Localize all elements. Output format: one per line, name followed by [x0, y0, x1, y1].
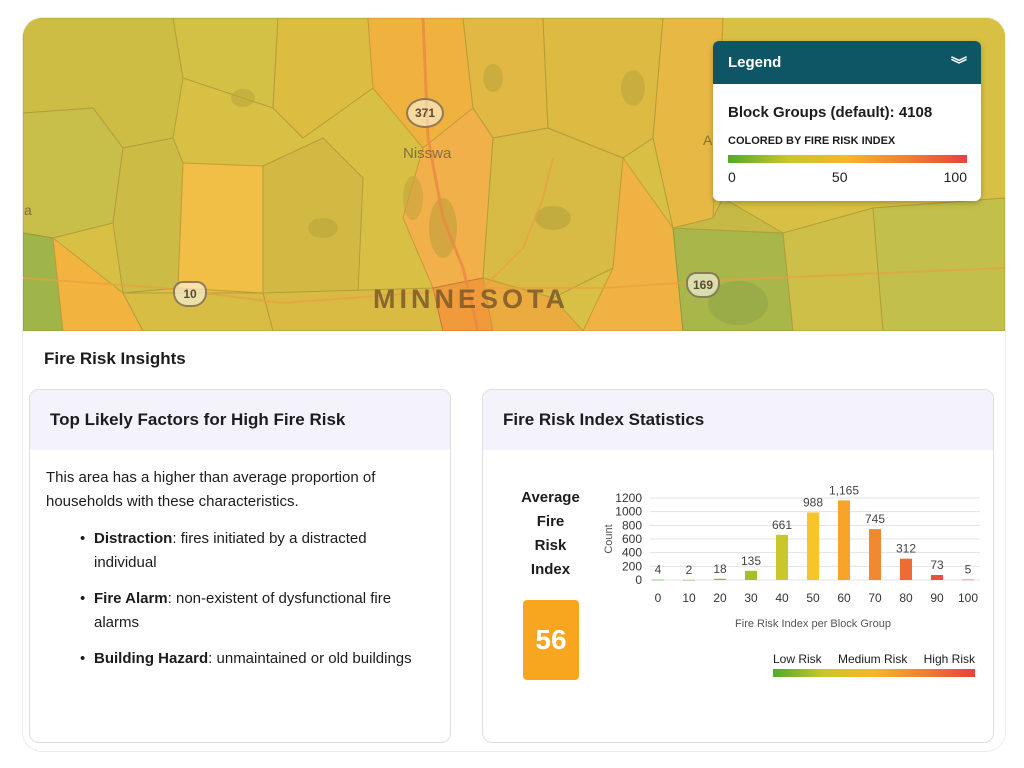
legend-subtitle: COLORED BY FIRE RISK INDEX [728, 135, 896, 147]
y-tick-label: 1000 [615, 505, 642, 519]
y-tick-label: 0 [635, 573, 642, 587]
data-label: 745 [865, 512, 885, 526]
y-tick-label: 400 [622, 546, 642, 560]
fire-risk-histogram: 0200400600800100012004021018201353066140… [603, 483, 980, 630]
bar [745, 570, 757, 580]
bar [652, 579, 664, 581]
insights-title: Fire Risk Insights [44, 349, 186, 368]
factor-name: Distraction [94, 530, 173, 547]
highway-shield-169: 169 [686, 272, 720, 298]
average-label-line: Index [530, 561, 571, 578]
highway-shield-10: 10 [173, 281, 207, 307]
data-label: 4 [655, 563, 662, 577]
factors-card: Top Likely Factors for High Fire Risk Th… [29, 389, 451, 743]
data-label: 661 [772, 518, 792, 532]
x-tick-label: 60 [837, 591, 851, 605]
average-label: Average Fire Risk Index [513, 486, 588, 582]
x-tick-label: 10 [682, 591, 696, 605]
factors-list: Distraction: fires initiated by a distra… [80, 527, 450, 671]
town-label-nisswa: Nisswa [403, 145, 452, 162]
legend-panel: Legend ︾ Block Groups (default): 4108 CO… [713, 41, 981, 201]
average-label-line: Average [521, 489, 580, 506]
bar [931, 575, 943, 580]
map-partial-label: a [24, 202, 32, 218]
app-frame: Nisswa a A MINNESOTA 371 10 169 Legend ︾… [22, 17, 1006, 752]
x-tick-label: 40 [775, 591, 789, 605]
list-item: Building Hazard: unmaintained or old bui… [80, 647, 414, 671]
average-label-line: Risk [534, 537, 567, 554]
bar [962, 579, 974, 581]
bar [900, 558, 912, 580]
data-label: 135 [741, 554, 761, 568]
factor-name: Building Hazard [94, 650, 209, 667]
legend-tick: 0 [728, 169, 736, 185]
bar [869, 529, 881, 580]
data-label: 5 [965, 563, 972, 577]
legend-tick: 100 [943, 169, 967, 185]
legend-ticks: 0 50 100 [728, 169, 967, 185]
data-label: 18 [713, 562, 727, 576]
y-tick-label: 600 [622, 532, 642, 546]
legend-title: Legend [728, 54, 782, 71]
bar [714, 578, 726, 580]
data-label: 1,165 [829, 483, 859, 497]
data-label: 2 [686, 563, 693, 577]
y-axis-label: Count [603, 524, 615, 553]
factors-intro: This area has a higher than average prop… [46, 469, 376, 510]
y-tick-label: 200 [622, 559, 642, 573]
x-tick-label: 20 [713, 591, 727, 605]
y-tick-label: 1200 [615, 491, 642, 505]
stats-card-title: Fire Risk Index Statistics [483, 390, 993, 450]
x-tick-label: 50 [806, 591, 820, 605]
fire-risk-map[interactable]: Nisswa a A MINNESOTA 371 10 169 Legend ︾… [23, 18, 1005, 331]
average-label-line: Fire [536, 513, 565, 530]
data-label: 988 [803, 495, 823, 509]
risk-label-high: High Risk [923, 652, 975, 666]
double-chevron-down-icon[interactable]: ︾ [951, 51, 967, 75]
legend-count: Block Groups (default): 4108 [728, 104, 933, 121]
bar [807, 512, 819, 580]
stats-card: Fire Risk Index Statistics Average Fire … [482, 389, 994, 743]
risk-scale: Low Risk Medium Risk High Risk [773, 652, 975, 677]
x-tick-label: 0 [655, 591, 662, 605]
factor-desc: : unmaintained or old buildings [208, 650, 412, 667]
risk-label-medium: Medium Risk [837, 652, 908, 666]
legend-gradient [728, 155, 967, 163]
highway-shield-371: 371 [406, 98, 444, 128]
data-label: 312 [896, 542, 916, 556]
factors-card-title: Top Likely Factors for High Fire Risk [30, 390, 450, 450]
average-value-badge: 56 [523, 600, 579, 680]
x-axis-label: Fire Risk Index per Block Group [735, 618, 891, 630]
risk-gradient [773, 669, 975, 677]
factor-name: Fire Alarm [94, 590, 168, 607]
legend-tick: 50 [831, 169, 848, 185]
state-label: MINNESOTA [373, 284, 569, 314]
legend-header[interactable]: Legend ︾ [713, 41, 981, 84]
x-tick-label: 90 [930, 591, 944, 605]
bar [776, 534, 788, 580]
bar [683, 579, 695, 581]
x-tick-label: 100 [958, 591, 978, 605]
map-partial-label-right: A [703, 132, 713, 148]
x-tick-label: 80 [899, 591, 913, 605]
y-tick-label: 800 [622, 518, 642, 532]
data-label: 73 [930, 558, 944, 572]
list-item: Distraction: fires initiated by a distra… [80, 527, 414, 575]
risk-label-low: Low Risk [773, 652, 822, 666]
x-tick-label: 30 [744, 591, 758, 605]
bar [838, 500, 850, 580]
list-item: Fire Alarm: non-existent of dysfunctiona… [80, 587, 414, 635]
x-tick-label: 70 [868, 591, 882, 605]
